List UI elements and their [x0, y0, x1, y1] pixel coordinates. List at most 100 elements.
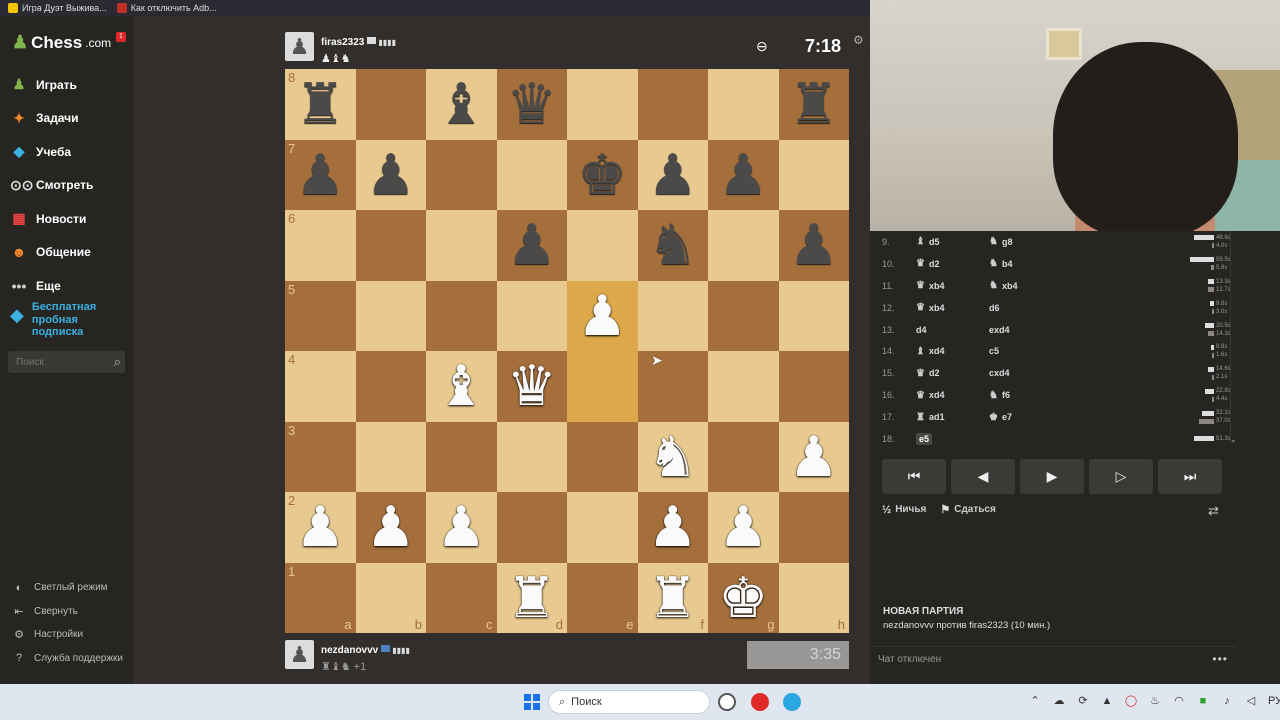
square-g8[interactable]: [708, 69, 779, 140]
chevron-down-icon[interactable]: ⌄: [1230, 435, 1237, 444]
white-move[interactable]: d4: [916, 325, 989, 335]
square-h6[interactable]: ♟: [778, 210, 849, 281]
nvidia-icon[interactable]: ■: [1196, 695, 1210, 707]
app-icon[interactable]: [718, 693, 736, 711]
square-g3[interactable]: [708, 421, 779, 492]
white-pawn-icon[interactable]: ♟: [718, 499, 768, 555]
square-h3[interactable]: ♟: [778, 421, 849, 492]
chess-board[interactable]: 8 ♜ ♝ ♛ ♜ 7 ♟ ♟ ♚ ♟ ♟ 6 ♟ ♞ ♟ 5 ♟ 4 ♝ ♛ 3 ♞ ♟ 2 ♟ ♟ ♟ ♟ ♟ 1 a b c d ♜ e f ♜ g ♚…: [285, 69, 849, 633]
black-pawn-icon[interactable]: ♟: [295, 146, 345, 203]
top-player-name[interactable]: firas2323: [321, 37, 364, 48]
square-g6[interactable]: [708, 210, 779, 281]
square-c5[interactable]: [426, 280, 497, 351]
sidebar-item-settings[interactable]: ⚙ Настройки: [12, 623, 123, 647]
sidebar-item-puzzle[interactable]: ✦ Задачи: [10, 102, 93, 136]
white-move[interactable]: ♛ xb4: [916, 302, 989, 313]
white-pawn-icon[interactable]: ♟: [789, 428, 839, 485]
square-b2[interactable]: ♟: [355, 492, 426, 563]
square-e1[interactable]: e: [567, 562, 638, 633]
sidebar-item-light-mode[interactable]: ◐ Светлый режим: [12, 576, 123, 600]
search-box[interactable]: ⌕: [8, 351, 125, 373]
opera-browser-icon[interactable]: [751, 693, 769, 711]
search-icon[interactable]: ⌕: [114, 354, 121, 370]
square-d3[interactable]: [496, 421, 567, 492]
square-e6[interactable]: [567, 210, 638, 281]
white-queen-icon[interactable]: ♛: [507, 358, 557, 414]
white-knight-icon[interactable]: ♞: [648, 428, 698, 485]
black-rook-icon[interactable]: ♜: [789, 76, 839, 132]
square-f1[interactable]: f ♜: [637, 562, 708, 633]
white-move[interactable]: e5: [916, 432, 989, 445]
square-a4[interactable]: 4: [285, 351, 356, 422]
square-a7[interactable]: 7 ♟: [285, 139, 356, 210]
telegram-icon[interactable]: [783, 693, 801, 711]
search-input[interactable]: [8, 351, 103, 373]
square-d6[interactable]: ♟: [496, 210, 567, 281]
sidebar-item-news[interactable]: ▦ Новости: [10, 202, 93, 236]
square-c7[interactable]: [426, 139, 497, 210]
square-b6[interactable]: [355, 210, 426, 281]
sidebar-item-more[interactable]: ••• Еще: [10, 269, 93, 303]
opera-tray-icon[interactable]: ◯: [1124, 694, 1138, 707]
trial-promo-link[interactable]: ◆ Бесплатная пробная подписка: [10, 301, 112, 339]
square-c2[interactable]: ♟: [426, 492, 497, 563]
square-g5[interactable]: [708, 280, 779, 351]
black-move[interactable]: ♚ e7: [989, 412, 1062, 423]
square-b1[interactable]: b: [355, 562, 426, 633]
chess-logo[interactable]: ♟ Chess .com: [12, 32, 111, 53]
black-bishop-icon[interactable]: ♝: [436, 76, 486, 132]
browser-tab[interactable]: Как отключить Adb...: [116, 3, 217, 13]
square-d7[interactable]: [496, 139, 567, 210]
square-g1[interactable]: g ♚: [708, 562, 779, 633]
square-b5[interactable]: [355, 280, 426, 351]
avatar[interactable]: ♟: [285, 32, 314, 61]
black-pawn-icon[interactable]: ♟: [366, 146, 416, 203]
resign-button[interactable]: ⚑ Сдаться: [940, 503, 995, 516]
white-pawn-icon[interactable]: ♟: [436, 499, 486, 555]
black-pawn-icon[interactable]: ♟: [507, 217, 557, 273]
black-move[interactable]: ♞ xb4: [989, 280, 1062, 291]
draw-button[interactable]: ½ Ничья: [882, 503, 926, 516]
white-rook-icon[interactable]: ♜: [648, 569, 698, 626]
next-move-button[interactable]: ▷: [1089, 459, 1153, 494]
square-b8[interactable]: [355, 69, 426, 140]
square-c6[interactable]: [426, 210, 497, 281]
square-g7[interactable]: ♟: [708, 139, 779, 210]
volume-icon[interactable]: ◁: [1244, 694, 1258, 707]
flip-board-icon[interactable]: ⇄: [1208, 503, 1219, 519]
square-e3[interactable]: [567, 421, 638, 492]
square-e8[interactable]: [567, 69, 638, 140]
square-c1[interactable]: c: [426, 562, 497, 633]
black-rook-icon[interactable]: ♜: [295, 76, 345, 132]
square-b3[interactable]: [355, 421, 426, 492]
cloud-icon[interactable]: ☁: [1052, 694, 1066, 707]
black-move[interactable]: ♞ b4: [989, 258, 1062, 269]
square-d5[interactable]: [496, 280, 567, 351]
first-move-button[interactable]: ⏮: [882, 459, 946, 494]
white-rook-icon[interactable]: ♜: [507, 569, 557, 626]
last-move-button[interactable]: ⏭: [1158, 459, 1222, 494]
white-pawn-icon[interactable]: ♟: [366, 499, 416, 555]
black-pawn-icon[interactable]: ♟: [789, 217, 839, 273]
black-move[interactable]: d6: [989, 303, 1062, 313]
square-b4[interactable]: [355, 351, 426, 422]
play-button[interactable]: ▶: [1020, 459, 1084, 494]
square-h5[interactable]: [778, 280, 849, 351]
black-move[interactable]: c5: [989, 346, 1062, 356]
white-move[interactable]: ♛ xd4: [916, 390, 989, 401]
microphone-icon[interactable]: ♪: [1220, 695, 1234, 707]
white-pawn-icon[interactable]: ♟: [577, 287, 627, 344]
square-f7[interactable]: ♟: [637, 139, 708, 210]
bottom-player-name[interactable]: nezdanovvv: [321, 645, 378, 656]
sidebar-item-play[interactable]: ♟ Играть: [10, 68, 93, 102]
black-move[interactable]: cxd4: [989, 368, 1062, 378]
black-move[interactable]: ♞ g8: [989, 236, 1062, 247]
white-move[interactable]: ♝ d5: [916, 236, 989, 247]
square-h8[interactable]: ♜: [778, 69, 849, 140]
square-f2[interactable]: ♟: [637, 492, 708, 563]
previous-move-button[interactable]: ◀: [951, 459, 1015, 494]
white-move[interactable]: ♛ d2: [916, 368, 989, 379]
notification-badge[interactable]: 1: [116, 32, 126, 42]
language-indicator[interactable]: РУС: [1268, 695, 1280, 707]
white-bishop-icon[interactable]: ♝: [436, 358, 486, 414]
